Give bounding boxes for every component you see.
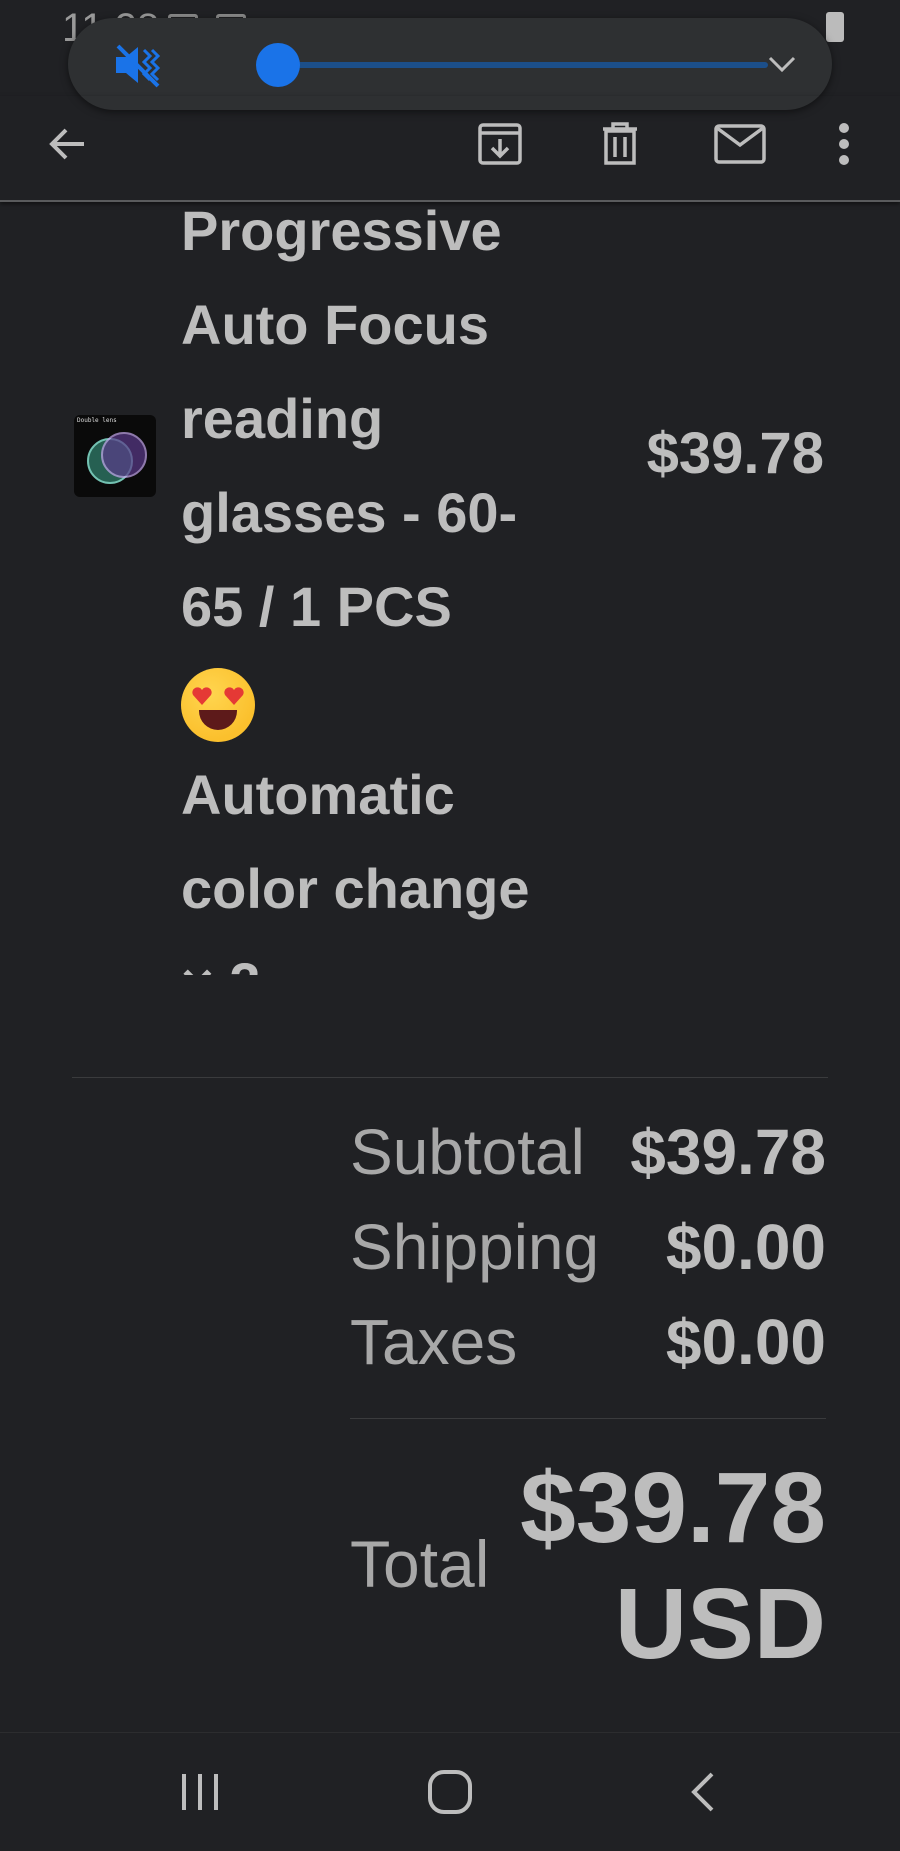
- thumbnail-label: Double lens: [77, 417, 117, 424]
- divider: [72, 1077, 828, 1078]
- product-title-line: 65 / 1 PCS: [181, 575, 452, 638]
- product-price: $39.78: [646, 421, 824, 486]
- shipping-row: Shipping $0.00: [350, 1205, 826, 1300]
- nav-back-button[interactable]: [664, 1757, 744, 1827]
- variant-line: color change: [181, 857, 530, 920]
- archive-icon: [478, 123, 522, 165]
- taxes-value: $0.00: [665, 1306, 826, 1378]
- emoji-mouth: [199, 710, 237, 731]
- home-icon: [428, 1770, 472, 1814]
- subtotal-row: Subtotal $39.78: [350, 1110, 826, 1205]
- mail-icon: [714, 124, 766, 164]
- lens-image: [87, 432, 147, 484]
- shipping-value: $0.00: [665, 1211, 826, 1283]
- product-title: Progressive Auto Focus reading glasses -…: [181, 203, 601, 975]
- subtotal-label: Subtotal: [350, 1116, 585, 1188]
- mark-unread-button[interactable]: [704, 108, 776, 180]
- product-quantity: × 2: [181, 936, 601, 975]
- product-thumbnail: Double lens: [74, 415, 156, 497]
- heart-eye-right: [224, 687, 244, 706]
- archive-button[interactable]: [464, 108, 536, 180]
- emoji-line: [181, 654, 601, 748]
- vibrate-mute-icon[interactable]: [112, 40, 164, 90]
- more-options-button[interactable]: [808, 108, 880, 180]
- divider: [350, 1418, 826, 1419]
- volume-slider-track[interactable]: [278, 62, 768, 68]
- shipping-label: Shipping: [350, 1211, 600, 1283]
- taxes-label: Taxes: [350, 1306, 518, 1378]
- more-vert-icon: [839, 123, 849, 165]
- variant-line: Automatic: [181, 763, 455, 826]
- taxes-row: Taxes $0.00: [350, 1300, 826, 1395]
- back-button[interactable]: [32, 108, 104, 180]
- chevron-down-icon[interactable]: [762, 44, 802, 84]
- battery-icon: [826, 12, 844, 42]
- total-amount: $39.78: [520, 1452, 826, 1564]
- system-icons: [826, 12, 844, 42]
- volume-slider-thumb[interactable]: [256, 43, 300, 87]
- subtotal-value: $39.78: [630, 1116, 826, 1188]
- recent-apps-button[interactable]: [160, 1757, 240, 1827]
- total-value: $39.78 USD: [466, 1450, 826, 1682]
- heart-eye-left: [192, 687, 212, 706]
- email-toolbar: [0, 96, 900, 202]
- product-title-line: reading: [181, 387, 384, 450]
- trash-icon: [603, 122, 637, 165]
- total-currency: USD: [614, 1568, 826, 1680]
- arrow-left-icon: [49, 128, 84, 160]
- product-title-line: glasses - 60-: [181, 481, 518, 544]
- product-title-line: Auto Focus: [181, 293, 489, 356]
- chevron-left-icon: [691, 1772, 714, 1812]
- product-title-container: Progressive Auto Focus reading glasses -…: [181, 203, 601, 975]
- home-button[interactable]: [410, 1757, 490, 1827]
- product-title-partial-line: Progressive: [181, 203, 502, 262]
- recent-apps-icon: [182, 1774, 218, 1810]
- delete-button[interactable]: [584, 108, 656, 180]
- heart-eyes-emoji-icon: [181, 668, 255, 743]
- order-summary: Subtotal $39.78 Shipping $0.00 Taxes $0.…: [350, 1110, 826, 1395]
- system-navigation-bar: [0, 1732, 900, 1851]
